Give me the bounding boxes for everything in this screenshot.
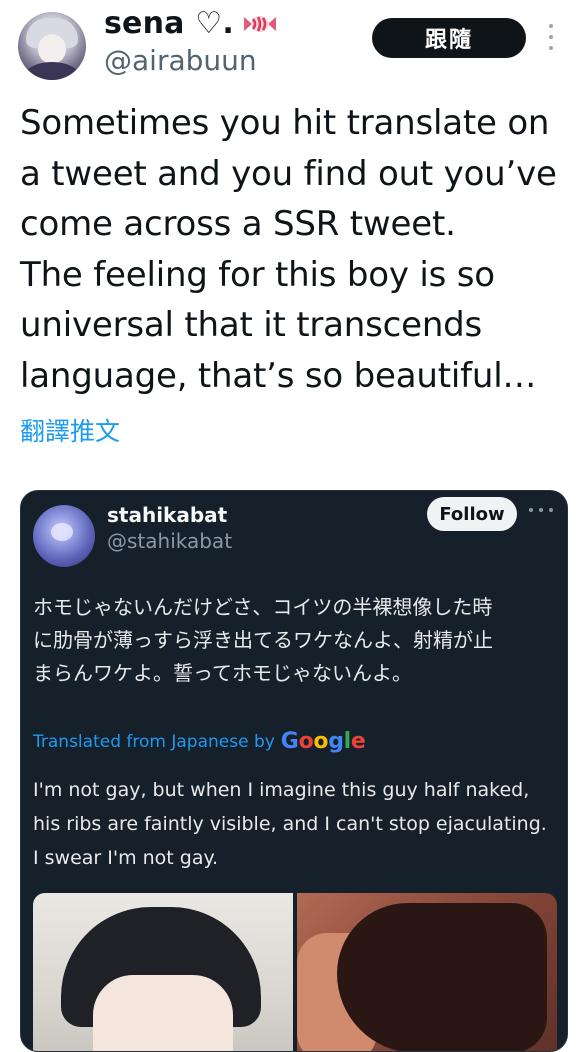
author-name-row[interactable]: sena ♡. [104, 6, 276, 41]
quoted-translated-text: I'm not gay, but when I imagine this guy… [33, 779, 547, 869]
candy-icon [243, 13, 276, 35]
quoted-tweet-card[interactable]: stahikabat @stahikabat Follow ホモじゃないんだけど… [20, 490, 568, 1052]
media-image-left[interactable] [33, 893, 293, 1051]
more-horizontal-icon[interactable] [529, 505, 553, 515]
more-vertical-icon[interactable] [545, 24, 557, 50]
quoted-display-name[interactable]: stahikabat [107, 503, 227, 527]
translated-from-label: Translated from Japanese by Google [33, 729, 366, 754]
quoted-follow-button[interactable]: Follow [427, 497, 517, 531]
quoted-handle[interactable]: @stahikabat [107, 529, 232, 553]
avatar-face [38, 34, 66, 64]
author-display-name[interactable]: sena ♡. [104, 6, 234, 41]
author-avatar[interactable] [18, 12, 86, 80]
quoted-original-text: ホモじゃないんだけどさ、コイツの半裸想像した時 に肋骨が薄っすら浮き出てるワケな… [33, 595, 493, 685]
tweet-text: Sometimes you hit translate on a tweet a… [20, 103, 557, 396]
translate-tweet-link[interactable]: 翻譯推文 [20, 412, 120, 448]
image-face [93, 975, 233, 1051]
image-hair-dark [337, 903, 547, 1051]
avatar-cloth [24, 62, 80, 80]
google-logo: Google [280, 729, 366, 754]
quoted-avatar[interactable] [33, 505, 95, 567]
follow-button[interactable]: 跟隨 [372, 18, 526, 58]
media-image-right[interactable] [297, 893, 557, 1051]
quoted-media[interactable] [33, 893, 557, 1051]
translated-from-text: Translated from Japanese by [33, 731, 275, 752]
author-handle[interactable]: @airabuun [104, 44, 257, 77]
tweet-header: sena ♡. @airabuun 跟隨 [0, 0, 585, 90]
